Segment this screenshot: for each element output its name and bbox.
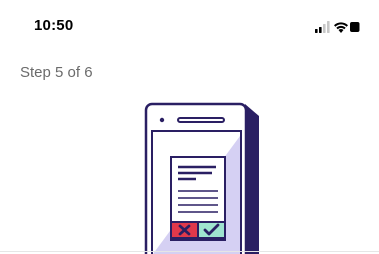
phone-document-review-illustration [144,102,259,254]
camera-icon [159,117,165,123]
divider [0,251,379,252]
approve-icon [197,221,226,239]
reject-icon [170,221,199,239]
